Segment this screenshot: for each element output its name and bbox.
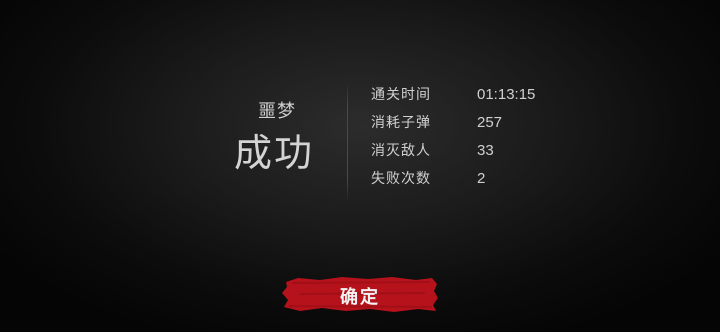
stat-label: 失败次数	[371, 171, 431, 187]
divider	[347, 82, 348, 202]
stat-value: 33	[477, 142, 494, 159]
stats-list: 通关时间 01:13:15 消耗子弹 257 消灭敌人 33 失败次数 2	[371, 85, 591, 197]
stat-label: 消灭敌人	[371, 143, 431, 159]
stat-value: 257	[477, 114, 503, 131]
stat-value: 01:13:15	[477, 86, 536, 103]
stat-row-clear-time: 通关时间 01:13:15	[371, 85, 591, 113]
stat-label: 消耗子弹	[371, 115, 431, 131]
mission-result-screen: 噩梦 成功 通关时间 01:13:15 消耗子弹 257 消灭敌人 33 失败次…	[0, 0, 720, 332]
confirm-button-label: 确定	[340, 287, 380, 308]
stat-row-enemies-killed: 消灭敌人 33	[371, 141, 591, 169]
difficulty-label: 噩梦	[258, 101, 296, 122]
stat-row-failures: 失败次数 2	[371, 169, 591, 197]
confirm-area: 确定	[280, 274, 440, 314]
result-outcome: 成功	[234, 131, 315, 175]
stat-row-bullets-used: 消耗子弹 257	[371, 113, 591, 141]
confirm-button[interactable]: 确定	[280, 274, 440, 314]
stat-value: 2	[477, 170, 486, 187]
stat-label: 通关时间	[371, 87, 431, 103]
